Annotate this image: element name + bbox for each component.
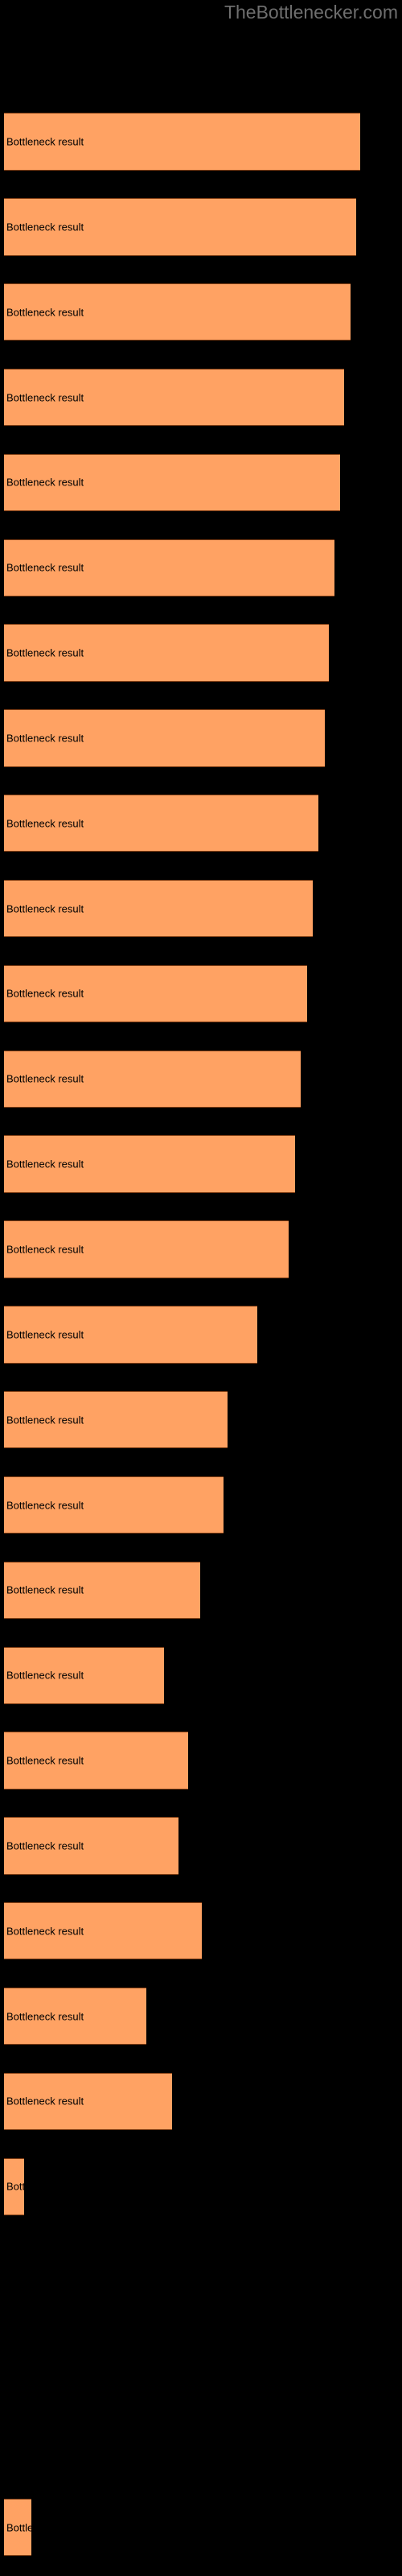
bar: Bottleneck result <box>4 1135 295 1193</box>
bar-label: Bottleneck result <box>6 987 84 1000</box>
bar-label: Bottleneck result <box>6 2521 31 2534</box>
bar: Bottleneck result <box>4 1902 203 1960</box>
bar-label: Bottleneck result <box>6 1754 84 1767</box>
bar-label: Bottleneck result <box>6 1669 84 1682</box>
bar: Bottleneck result <box>4 1987 147 2046</box>
bar-label: Bottleneck result <box>6 1839 84 1852</box>
bar-label: Bottleneck result <box>6 306 84 319</box>
bar-label: Bottleneck result <box>6 1925 84 1938</box>
bar-label: Bottleneck result <box>6 1243 84 1256</box>
bar-label: Bottleneck result <box>6 1158 84 1170</box>
bar-label: Bottleneck result <box>6 2010 84 2023</box>
bar-label: Bottleneck result <box>6 2180 24 2193</box>
bottleneck-bar-chart: Bottleneck result Bottleneck result Bottle… <box>0 0 402 2576</box>
bar: Bottleneck result <box>4 368 345 427</box>
bar: Bottleneck result <box>4 1646 165 1704</box>
bar: Bottleneck result <box>4 1476 224 1534</box>
bar: Bottleneck result <box>4 879 313 938</box>
bar: Bottleneck result <box>4 453 341 512</box>
bar: Bottleneck result <box>4 539 335 597</box>
bar: Bottleneck result <box>4 1391 228 1449</box>
bar: Bottleneck result <box>4 964 307 1023</box>
bar-label: Bottleneck result <box>6 221 84 233</box>
bar-label: Bottleneck result <box>6 902 84 915</box>
bar: Bottleneck result <box>4 1306 258 1364</box>
bar: Bottleneck result <box>4 1817 178 1875</box>
bar: Bottleneck result <box>4 1050 302 1108</box>
bar: Bottleneck result <box>4 709 325 767</box>
bar: Bottleneck result <box>4 2157 24 2215</box>
bar: Bottleneck result <box>4 283 351 341</box>
bar: Bottleneck result <box>4 795 319 852</box>
bar: Bottleneck result <box>4 1220 289 1278</box>
bar-label: Bottleneck result <box>6 476 84 489</box>
bar-label: Bottleneck result <box>6 135 84 148</box>
bar-label: Bottleneck result <box>6 391 84 404</box>
bar: Bottleneck result <box>4 2072 173 2131</box>
bar-label: Bottleneck result <box>6 561 84 574</box>
bar-label: Bottleneck result <box>6 1072 84 1085</box>
bar-label: Bottleneck result <box>6 646 84 659</box>
bar-label: Bottleneck result <box>6 1499 84 1512</box>
bar: Bottleneck result <box>4 2499 32 2557</box>
bar: Bottleneck result <box>4 198 357 256</box>
bar: Bottleneck result <box>4 113 361 171</box>
bar-label: Bottleneck result <box>6 2095 84 2107</box>
bar: Bottleneck result <box>4 1561 200 1620</box>
bar-label: Bottleneck result <box>6 1328 84 1341</box>
bar-label: Bottleneck result <box>6 1414 84 1426</box>
bar: Bottleneck result <box>4 1732 188 1790</box>
bar-label: Bottleneck result <box>6 817 84 830</box>
bar-label: Bottleneck result <box>6 1583 84 1596</box>
bar: Bottleneck result <box>4 624 329 682</box>
bar-label: Bottleneck result <box>6 732 84 745</box>
